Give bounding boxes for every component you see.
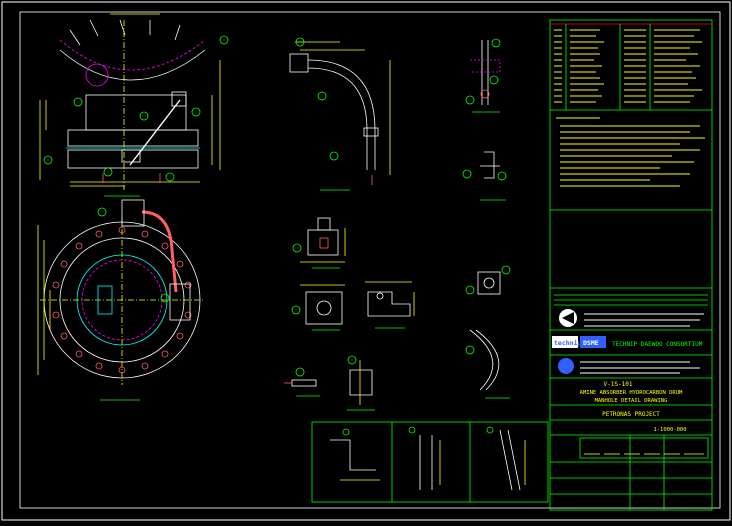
bracket-detail[interactable] [465,265,511,295]
vent-pipe-detail[interactable] [289,37,391,185]
cad-drawing-viewport[interactable]: TECHNIP DAEWOO CONSORTIUM technip DSME V… [0,0,732,522]
clip-detail[interactable] [462,151,507,181]
davit-socket-detail[interactable] [292,217,346,263]
bolt-detail[interactable] [284,367,317,387]
general-notes-lines [556,117,705,187]
revision-status-row [579,437,709,459]
nozzle-detail-strip[interactable] [311,421,549,503]
curved-bar-detail[interactable] [465,329,500,391]
fabricator-logo [558,358,700,374]
job-number: 1-1000-000 [653,427,686,433]
dsme-logo-text: DSME [583,339,599,347]
detail-circle-a [85,63,109,87]
technip-logo-text: technip [554,339,581,347]
project-name: PETRONAS PROJECT [602,411,660,418]
drawing-number: V-1S-101 [604,381,633,388]
view-caption-marks [100,111,510,411]
manhole-section-view[interactable] [39,13,229,190]
drawing-title-line2: MANHOLE DETAIL DRAWING [595,398,668,404]
hinge-detail[interactable] [347,355,373,405]
contractor-name: TECHNIP DAEWOO CONSORTIUM [612,341,703,348]
plate-detail-b[interactable] [365,281,415,317]
bill-of-materials-rows [554,29,702,103]
lug-detail[interactable] [465,38,501,105]
revision-block-lines [554,294,708,306]
client-logo [559,309,704,327]
manhole-flange-plan-view[interactable] [37,199,205,385]
sheet-outer-border [1,1,731,521]
cad-drawing-canvas[interactable]: TECHNIP DAEWOO CONSORTIUM technip DSME V… [0,0,732,522]
plate-detail-a[interactable] [291,284,345,325]
drawing-title-line1: AMINE ABSORBER HYDROCARBON DRUM [580,390,683,396]
title-block-frame [549,19,713,511]
